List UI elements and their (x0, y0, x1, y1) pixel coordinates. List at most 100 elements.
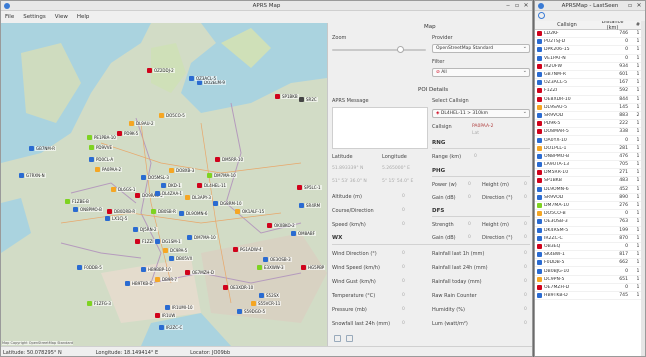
column-distance[interactable]: Distance (km) (597, 21, 631, 31)
map-station[interactable]: S55VCR-11 (251, 301, 282, 306)
table-row[interactable]: DB0BJG-10 0 1 (535, 267, 645, 276)
table-row[interactable]: F1ZZI 592 1 (535, 87, 645, 96)
map-station[interactable]: OE3XDR-10 (223, 285, 255, 290)
table-row[interactable]: DO8MAR-5 338 1 (535, 128, 645, 137)
map-station[interactable]: DL3APY-3 (185, 195, 212, 200)
table-row[interactable]: IR2ZC-C 870 1 (535, 235, 645, 243)
map-station[interactable]: E3XWW-3 (257, 265, 285, 270)
table-row[interactable]: IR2UFW 934 1 (535, 63, 645, 71)
maximize-icon[interactable]: ▫ (513, 2, 521, 10)
map-station[interactable]: IR2ZC-C (159, 325, 184, 330)
copy-icon[interactable] (334, 335, 341, 342)
map-station[interactable]: G7RXN-N (19, 173, 46, 178)
table-row[interactable]: DC9PN-5 651 1 (535, 276, 645, 284)
map-station[interactable]: HG5PBP (301, 265, 326, 270)
table-row[interactable]: DM7MA-10 276 1 (535, 202, 645, 211)
map-station[interactable]: F1ZBE-B (65, 199, 90, 204)
table-row[interactable]: DL9OMN-6 452 1 (535, 186, 645, 194)
close-icon[interactable]: ✕ (635, 2, 643, 10)
lastseen-table[interactable]: Callsign Distance (km) # LD2KF 746 1 PU2TSJ… (535, 21, 645, 356)
map-view[interactable]: DO2ELM-9 OZ2DDJ-2 OZ3ACL-5 SP1BKB SR2C D… (1, 23, 327, 346)
map-station[interactable]: F0DDB-5 (77, 265, 103, 270)
maximize-icon[interactable]: ▫ (626, 2, 634, 10)
map-station[interactable]: OK1ALF-15 (235, 209, 266, 214)
zoom-slider-handle[interactable] (396, 46, 404, 53)
map-station[interactable]: OZ3ACL-5 (189, 76, 218, 81)
table-row[interactable]: HB9TKB-D 745 1 (535, 292, 645, 301)
map-station[interactable]: DG1SM-1 (155, 239, 182, 244)
map-station[interactable]: IR1UMI-10 (165, 305, 194, 310)
map-station[interactable]: HB9BBP-10 (141, 267, 172, 272)
map-station[interactable]: DL6GS-1 (111, 187, 137, 192)
map-station[interactable]: DC9PA-5 (163, 248, 189, 253)
table-row[interactable]: SK4BW-1 817 1 (535, 251, 645, 260)
filter-select[interactable]: ⊘ All (432, 68, 530, 77)
aprs-message-box[interactable] (332, 107, 428, 149)
map-station[interactable]: DM5RR-10 (215, 157, 245, 162)
table-row[interactable]: LD2KF 746 1 (535, 30, 645, 39)
minimize-icon[interactable]: ‒ (504, 2, 512, 10)
table-row[interactable]: SR9VOD 883 2 (535, 112, 645, 121)
scrollbar[interactable] (641, 21, 645, 356)
menu-help[interactable]: Help (77, 14, 90, 20)
table-row[interactable]: DO5CO-B 0 1 (535, 210, 645, 219)
map-station[interactable]: HB9TKB-D (125, 281, 154, 286)
column-callsign[interactable]: Callsign (535, 22, 597, 28)
map-station[interactable]: PG1ADW-4 (233, 247, 263, 252)
map-station[interactable]: SP5LC-1 (297, 185, 322, 190)
map-station[interactable]: DM7MA-10 (207, 173, 237, 178)
provider-select[interactable]: OpenStreetMap Standard (432, 44, 530, 53)
table-row[interactable]: VE1PAT-N 0 1 (535, 55, 645, 63)
map-station[interactable]: SR4RM (299, 203, 322, 208)
info-icon[interactable] (538, 12, 545, 19)
map-station[interactable]: S59DGO-5 (237, 309, 267, 314)
table-row[interactable]: DO1PLL-1 281 1 (535, 145, 645, 153)
map-station[interactable]: OK0BKO-2 (267, 223, 296, 228)
table-row[interactable]: PU2TSJ-D 0 1 (535, 38, 645, 47)
map-station[interactable]: DL4ZAA-1 (155, 191, 184, 196)
map-station[interactable]: F1ZFG-3 (87, 301, 112, 306)
map-station[interactable]: PD9VVE (89, 145, 114, 150)
map-station[interactable]: DB0DRB-R (107, 209, 137, 214)
callsign-select[interactable]: ◈ DL4HEL-11 > 310km (432, 109, 530, 118)
map-station[interactable]: DKD-1 (161, 183, 182, 188)
table-row[interactable]: PD9K-5 222 1 (535, 120, 645, 129)
table-row[interactable]: OE7MZH-D 0 1 (535, 284, 645, 292)
table-row[interactable]: OE8XDR-10 844 1 (535, 96, 645, 104)
table-row[interactable]: OE3OSB-3 763 1 (535, 218, 645, 227)
table-row[interactable]: F0DDB-5 662 1 (535, 259, 645, 268)
map-station[interactable]: DM7MA-10 (187, 235, 217, 240)
map-station[interactable]: DO5CO-5 (159, 113, 186, 118)
close-icon[interactable]: ✕ (522, 2, 530, 10)
map-station[interactable]: DO5MSL-3 (141, 175, 170, 180)
map-station[interactable]: LX1CJ-5 (105, 216, 129, 221)
map-station[interactable]: GB7NM-R (29, 146, 57, 151)
table-row[interactable]: OZ3ACL-5 167 1 (535, 79, 645, 88)
table-row[interactable]: ON8PMO-B 476 1 (535, 153, 645, 161)
table-row[interactable]: DK4RSM-5 199 1 (535, 227, 645, 235)
map-station[interactable]: S52SX (259, 293, 280, 298)
table-row[interactable]: SP1BKB 483 1 (535, 177, 645, 186)
map-station[interactable]: PD0CL-A (89, 157, 115, 162)
map-station[interactable]: DL4HEL-11 (197, 183, 228, 188)
menu-file[interactable]: File (5, 14, 14, 20)
table-row[interactable]: DPK206-15 0 1 (535, 46, 645, 55)
map-station[interactable]: DL9AU-2 (129, 121, 155, 126)
map-station[interactable]: PE1PBA-10 (87, 135, 117, 140)
map-station[interactable]: DG8RM-10 (213, 201, 243, 206)
zoom-slider[interactable] (332, 46, 426, 53)
table-row[interactable]: DL9SAU-5 145 1 (535, 104, 645, 112)
link-icon[interactable] (346, 335, 353, 342)
table-row[interactable]: SR9VOD 890 1 (535, 194, 645, 202)
map-station[interactable]: ON8PMO-B (73, 207, 103, 212)
map-station[interactable]: DO8XB-3 (169, 168, 196, 173)
table-row[interactable]: LA9UTA-13 705 1 (535, 161, 645, 170)
table-row[interactable]: OA0YX-10 0 1 (535, 136, 645, 145)
map-station[interactable]: SP1BKB (275, 94, 299, 99)
menu-view[interactable]: View (55, 14, 68, 20)
map-station[interactable]: F1ZZI (135, 239, 155, 244)
map-station[interactable]: DJ5RN-2 (133, 227, 158, 232)
table-row[interactable]: GB7NM-R 601 1 (535, 71, 645, 80)
map-station[interactable]: OE7MZH-D (185, 270, 215, 275)
map-station[interactable]: OZ2DDJ-2 (147, 68, 175, 73)
